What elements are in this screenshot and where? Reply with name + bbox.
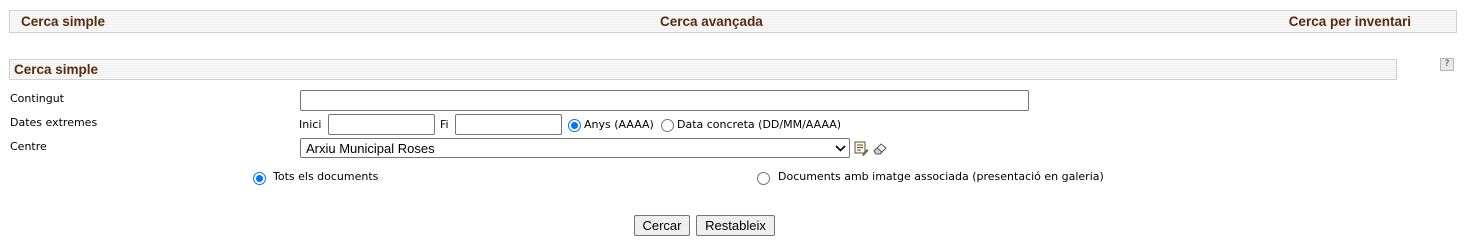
years-format-radio[interactable] (568, 119, 581, 132)
centre-selected-value: Arxiu Municipal Roses (306, 141, 435, 156)
eraser-icon[interactable] (872, 140, 888, 156)
image-documents-label: Documents amb imatge associada (presenta… (778, 170, 1104, 183)
chevron-down-icon (835, 145, 846, 152)
start-date-input[interactable] (328, 114, 435, 135)
section-title: Cerca simple (14, 62, 99, 77)
contingut-input[interactable] (300, 90, 1029, 111)
section-header: Cerca simple (9, 59, 1397, 80)
search-button[interactable]: Cercar (634, 215, 690, 236)
tab-simple-search[interactable]: Cerca simple (21, 14, 105, 29)
search-tabs: Cerca simple Cerca avançada Cerca per in… (9, 10, 1457, 33)
all-documents-radio[interactable] (253, 172, 266, 185)
exact-date-format-radio[interactable] (661, 119, 674, 132)
centre-label: Centre (10, 140, 47, 153)
end-date-label: Fi (440, 118, 449, 131)
select-list-icon[interactable] (853, 140, 869, 156)
end-date-input[interactable] (455, 114, 562, 135)
reset-button[interactable]: Restableix (696, 215, 775, 236)
tab-advanced-search[interactable]: Cerca avançada (660, 14, 763, 29)
all-documents-label: Tots els documents (273, 170, 379, 183)
contingut-label: Contingut (10, 92, 64, 105)
help-icon[interactable]: ? (1440, 58, 1454, 71)
start-date-label: Inici (299, 118, 322, 131)
dates-label: Dates extremes (10, 116, 98, 129)
tab-inventory-search[interactable]: Cerca per inventari (1289, 14, 1411, 29)
exact-date-format-label: Data concreta (DD/MM/AAAA) (677, 118, 842, 131)
image-documents-radio[interactable] (757, 172, 770, 185)
years-format-label: Anys (AAAA) (584, 118, 654, 131)
centre-select[interactable]: Arxiu Municipal Roses (300, 138, 850, 158)
